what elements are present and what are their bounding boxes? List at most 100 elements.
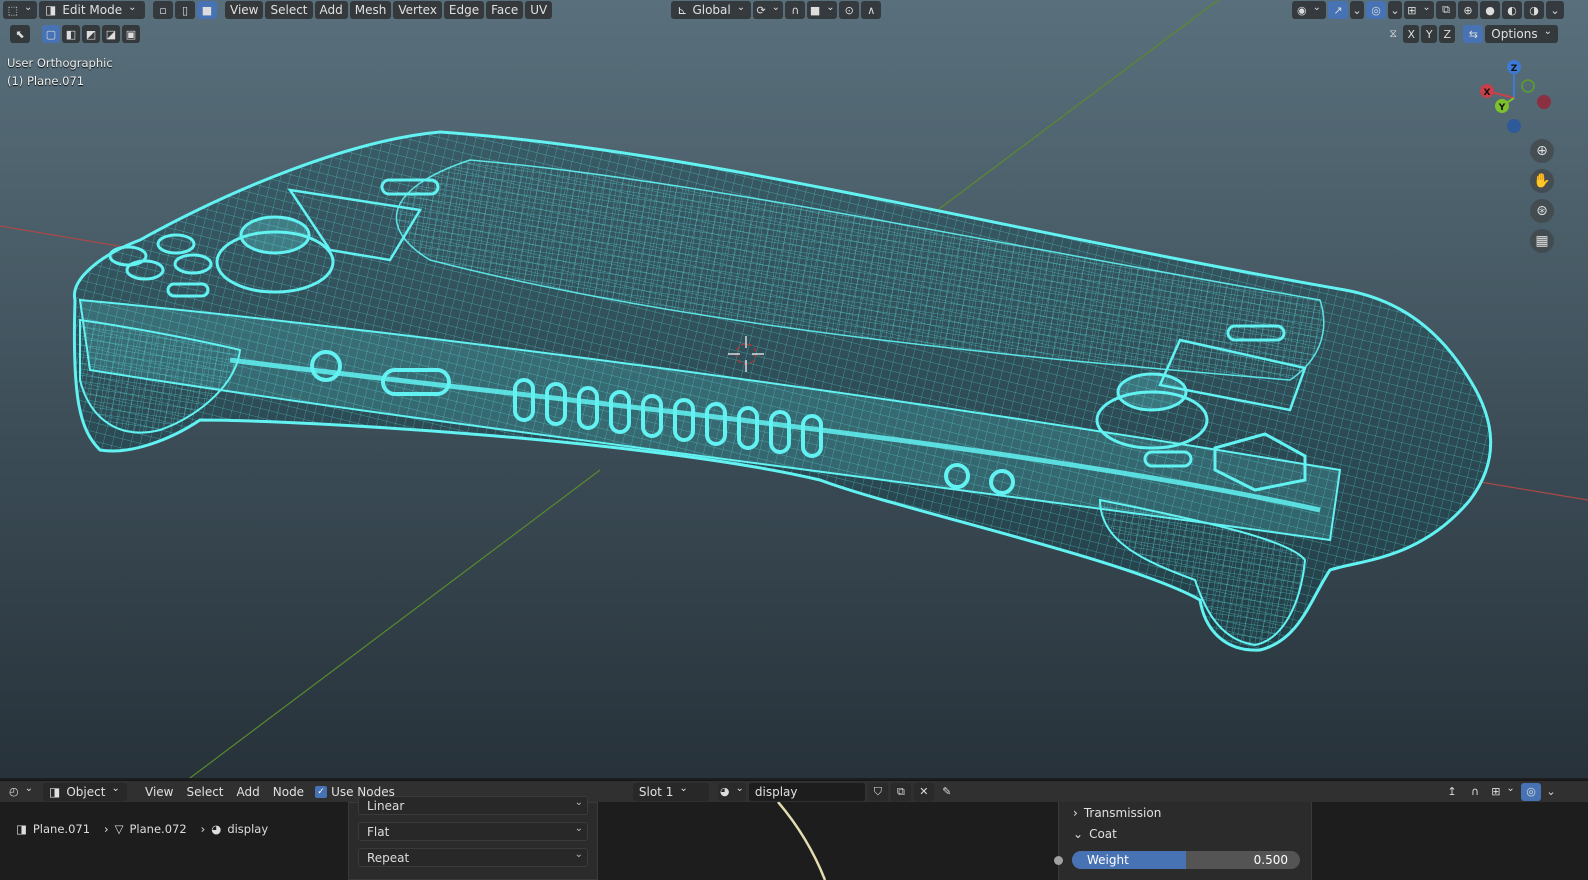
overlays-toggle[interactable]: ◎ (1366, 1, 1386, 19)
node-snap-dropdown[interactable]: ⊞ (1488, 783, 1518, 801)
gizmo-z-label: Z (1511, 64, 1518, 74)
select-invert-mode[interactable]: ◪ (102, 25, 120, 43)
gizmo-icon: ↗ (1333, 3, 1343, 17)
node-editor-canvas[interactable] (0, 802, 1588, 880)
tool-header: ⬉ ▢ ◧ ◩ ◪ ▣ ⧖ X Y Z ⇆ Options (0, 24, 1588, 44)
snap-target-dropdown[interactable]: ■ (807, 1, 838, 19)
options-dropdown[interactable]: Options (1485, 25, 1558, 43)
grid-icon: ▦ (1535, 233, 1549, 249)
chevron-down-icon: ⌄ (574, 849, 583, 860)
chevron-down-icon: ⌄ (1546, 785, 1556, 798)
x-axis-line (0, 225, 131, 249)
menu-add[interactable]: Add (314, 1, 348, 19)
coat-weight-slider[interactable]: Weight 0.500 (1072, 851, 1300, 869)
shading-solid[interactable]: ● (1480, 1, 1500, 19)
navigation-gizmo[interactable]: Z X Y (1480, 60, 1551, 133)
chevron-down-icon: ⌄ (1073, 827, 1084, 841)
material-sphere-icon: ◐ (1507, 3, 1517, 17)
node-menu-add[interactable]: Add (232, 783, 265, 801)
select-new-mode[interactable]: ▢ (42, 25, 60, 43)
select-extend-mode[interactable]: ◧ (62, 25, 80, 43)
shader-type-label: Object (66, 784, 106, 799)
menu-edge[interactable]: Edge (443, 1, 485, 19)
mirror-icon[interactable]: ⧖ (1385, 25, 1401, 43)
active-tool-button[interactable]: ⬉ (10, 25, 30, 43)
proportional-edit-toggle[interactable]: ⊙ (839, 1, 860, 19)
shading-material[interactable]: ◐ (1502, 1, 1522, 19)
falloff-button[interactable]: ∧ (861, 1, 882, 19)
vertex-select-mode[interactable]: ▫ (153, 1, 173, 19)
camera-icon: ⊛ (1536, 203, 1548, 219)
chevron-right-icon: › (1073, 806, 1078, 820)
overlays-icon: ◎ (1526, 785, 1536, 798)
visibility-dropdown[interactable]: ◉ (1292, 1, 1326, 19)
input-socket[interactable] (1054, 856, 1063, 865)
gizmo-dropdown[interactable]: ⌄ (1350, 1, 1364, 19)
extension-dropdown[interactable]: Repeat ⌄ (358, 848, 588, 867)
camera-view-button[interactable]: ⊛ (1530, 199, 1554, 223)
menu-mesh[interactable]: Mesh (349, 1, 392, 19)
handheld-mesh[interactable] (72, 130, 1493, 652)
pan-button[interactable]: ✋ (1530, 169, 1554, 193)
node-overlays-dropdown[interactable]: ⌄ (1544, 783, 1558, 801)
new-material-button[interactable]: ⧉ (890, 782, 911, 801)
menu-face[interactable]: Face (486, 1, 524, 19)
material-name-field[interactable]: display (748, 782, 865, 801)
breadcrumb-mesh[interactable]: Plane.072 (130, 822, 187, 836)
mirror-z-toggle[interactable]: Z (1439, 25, 1456, 43)
breadcrumb-object[interactable]: Plane.071 (33, 822, 90, 836)
pivot-point-dropdown[interactable]: ⟳ (753, 1, 784, 19)
node-snap-toggle[interactable]: ∩ (1465, 783, 1485, 801)
interpolation-dropdown[interactable]: Linear ⌄ (358, 796, 588, 815)
edge-select-mode[interactable]: ▯ (175, 1, 195, 19)
principled-bsdf-node[interactable]: › Transmission ⌄ Coat Weight 0.500 (1054, 802, 1312, 880)
pin-button[interactable]: ✎ (937, 783, 957, 801)
menu-view[interactable]: View (225, 1, 264, 19)
gizmo-toggle[interactable]: ↗ (1328, 1, 1348, 19)
node-menu-select[interactable]: Select (181, 783, 228, 801)
mode-dropdown[interactable]: ◨ Edit Mode (39, 1, 145, 19)
menu-select[interactable]: Select (265, 1, 313, 19)
browse-material-button[interactable]: ◕ (717, 782, 746, 801)
overlays-dropdown[interactable]: ⌄ (1388, 1, 1402, 19)
node-menu-view[interactable]: View (140, 783, 178, 801)
shading-rendered[interactable]: ◑ (1524, 1, 1544, 19)
mesh-edit-overlays[interactable]: ⊞ (1404, 1, 1434, 19)
view-name-label: User Orthographic (7, 56, 113, 70)
unlink-material-button[interactable]: ✕ (913, 782, 934, 801)
coat-panel-toggle[interactable]: ⌄ Coat (1073, 827, 1117, 841)
wireframe-sphere-icon: ⊕ (1463, 3, 1473, 17)
ortho-toggle-button[interactable]: ▦ (1530, 229, 1554, 253)
node-overlays-toggle[interactable]: ◎ (1521, 782, 1541, 801)
transform-orientation-dropdown[interactable]: ⊾ Global (671, 1, 752, 19)
auto-merge-toggle[interactable]: ⇆ (1463, 25, 1484, 43)
shader-type-dropdown[interactable]: ◨ Object (43, 782, 127, 801)
shading-dropdown[interactable]: ⌄ (1546, 1, 1564, 19)
menu-uv[interactable]: UV (525, 1, 553, 19)
fake-user-button[interactable]: ⛉ (867, 782, 888, 801)
select-intersect-mode[interactable]: ▣ (122, 25, 140, 43)
shading-wireframe[interactable]: ⊕ (1458, 1, 1478, 19)
parent-node-tree-button[interactable]: ↥ (1442, 783, 1462, 801)
viewport-header: ⬚ ◨Edit Mode ▫ ▯ ■ View Select Add Mesh … (0, 0, 1588, 20)
xray-toggle[interactable]: ⧉ (1436, 1, 1456, 19)
select-subtract-mode[interactable]: ◩ (82, 25, 100, 43)
material-ball-icon: ◕ (211, 822, 222, 836)
face-select-mode[interactable]: ■ (197, 1, 217, 19)
snap-toggle[interactable]: ∩ (785, 1, 806, 19)
mirror-y-toggle[interactable]: Y (1421, 25, 1438, 43)
weight-value: 0.500 (1253, 853, 1288, 867)
node-editor-type-button[interactable]: ◴ (6, 783, 36, 801)
mesh-scene[interactable]: Z X Y (0, 0, 1588, 778)
node-menu-node[interactable]: Node (268, 783, 309, 801)
chevron-down-icon: ⌄ (1390, 3, 1400, 17)
material-slot-dropdown[interactable]: Slot 1 (632, 782, 709, 801)
breadcrumb-material[interactable]: display (227, 822, 268, 836)
projection-dropdown[interactable]: Flat ⌄ (358, 822, 588, 841)
editor-type-button[interactable]: ⬚ (3, 1, 37, 19)
zoom-button[interactable]: ⊕ (1530, 139, 1554, 163)
3d-viewport[interactable]: Z X Y ⬚ ◨ Edit Mode ▫ ▯ ■ View Select Add… (0, 0, 1588, 778)
mirror-x-toggle[interactable]: X (1403, 25, 1420, 43)
transmission-panel-toggle[interactable]: › Transmission (1073, 806, 1161, 820)
menu-vertex[interactable]: Vertex (393, 1, 442, 19)
